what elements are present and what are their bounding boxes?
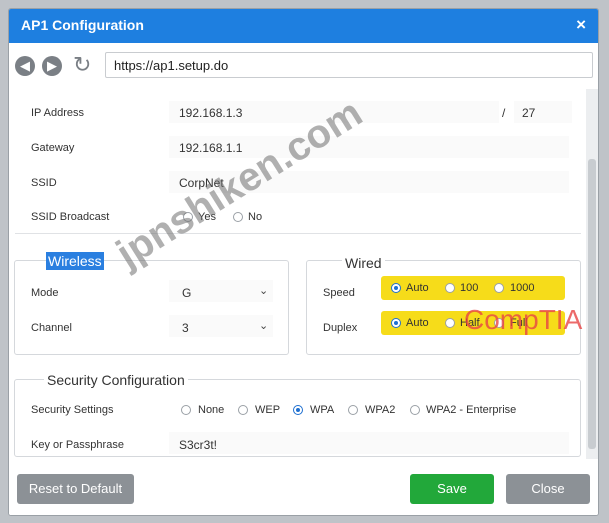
mode-label: Mode — [31, 287, 59, 299]
security-none-radio[interactable] — [181, 405, 191, 415]
duplex-auto-label: Auto — [406, 317, 429, 329]
save-button[interactable]: Save — [410, 474, 494, 504]
speed-1000-radio[interactable] — [494, 283, 504, 293]
speed-100-label: 100 — [460, 282, 479, 294]
scrollbar-thumb[interactable] — [588, 159, 596, 449]
security-wpa2-radio[interactable] — [348, 405, 358, 415]
security-wpa2-enterprise-label: WPA2 - Enterprise — [426, 404, 517, 416]
wired-heading: Wired — [342, 255, 385, 271]
speed-auto-label: Auto — [406, 282, 429, 294]
close-icon[interactable]: × — [576, 15, 586, 35]
channel-value: 3 — [182, 321, 189, 335]
security-settings-label: Security Settings — [31, 404, 114, 416]
chevron-down-icon[interactable]: ⌄ — [259, 284, 268, 297]
ssid-broadcast-label: SSID Broadcast — [31, 211, 110, 223]
duplex-auto-radio[interactable] — [391, 318, 401, 328]
url-field[interactable]: https://ap1.setup.do — [105, 52, 593, 78]
prefix-separator: / — [502, 106, 506, 120]
speed-auto-radio[interactable] — [391, 283, 401, 293]
security-none-label: None — [198, 404, 225, 416]
divider — [15, 233, 581, 234]
security-wpa2-label: WPA2 — [365, 404, 396, 416]
key-passphrase-label: Key or Passphrase — [31, 439, 124, 451]
key-passphrase-field[interactable] — [169, 432, 569, 454]
brand-watermark: CompTIA — [464, 304, 583, 335]
navigation-bar: ◀ ▶ ↻ https://ap1.setup.do — [9, 43, 598, 87]
security-heading: Security Configuration — [44, 372, 188, 388]
chevron-down-icon[interactable]: ⌄ — [259, 319, 268, 332]
ip-address-value: 192.168.1.3 — [179, 106, 243, 120]
security-wep-radio[interactable] — [238, 405, 248, 415]
refresh-icon[interactable]: ↻ — [73, 53, 91, 77]
dialog-footer: Reset to Default Save Close — [9, 461, 598, 515]
speed-label: Speed — [323, 287, 355, 299]
ssid-label: SSID — [31, 177, 57, 189]
window-title: AP1 Configuration — [21, 17, 144, 33]
security-wpa2-enterprise-radio[interactable] — [410, 405, 420, 415]
wireless-heading: Wireless — [46, 252, 104, 270]
speed-1000-label: 1000 — [510, 282, 535, 294]
ip-address-label: IP Address — [31, 107, 84, 119]
security-wpa-radio[interactable] — [293, 405, 303, 415]
speed-100-radio[interactable] — [445, 283, 455, 293]
title-bar: AP1 Configuration × — [9, 9, 598, 43]
channel-label: Channel — [31, 322, 72, 334]
close-button[interactable]: Close — [506, 474, 590, 504]
gateway-label: Gateway — [31, 142, 75, 154]
broadcast-no-label: No — [248, 211, 263, 223]
duplex-label: Duplex — [323, 322, 358, 334]
ap1-configuration-dialog: AP1 Configuration × ◀ ▶ ↻ https://ap1.se… — [8, 8, 599, 516]
mode-value: G — [182, 286, 192, 300]
gateway-value: 192.168.1.1 — [179, 141, 243, 155]
reset-to-default-button[interactable]: Reset to Default — [17, 474, 134, 504]
security-wep-label: WEP — [255, 404, 281, 416]
wireless-panel — [14, 260, 289, 355]
forward-arrow-icon[interactable]: ▶ — [42, 56, 62, 76]
duplex-half-radio[interactable] — [445, 318, 455, 328]
back-arrow-icon[interactable]: ◀ — [15, 56, 35, 76]
key-passphrase-value: S3cr3t! — [179, 438, 218, 452]
security-wpa-label: WPA — [310, 404, 335, 416]
prefix-value: 27 — [522, 106, 536, 120]
